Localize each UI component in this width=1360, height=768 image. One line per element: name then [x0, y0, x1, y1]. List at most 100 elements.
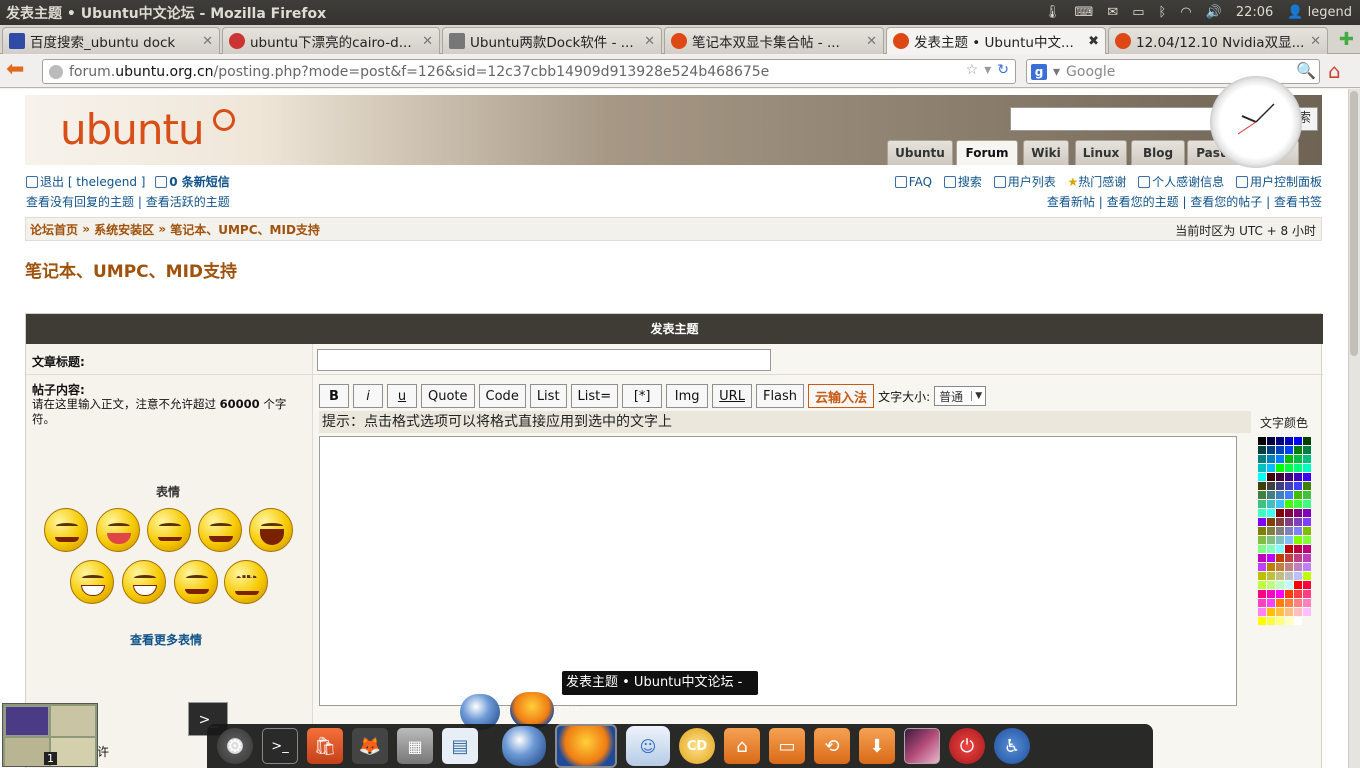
color-swatch[interactable] [1303, 581, 1311, 589]
list-item-button[interactable]: [*] [622, 384, 663, 408]
color-swatch[interactable] [1267, 554, 1275, 562]
color-swatch[interactable] [1303, 437, 1311, 445]
color-swatch[interactable] [1294, 473, 1302, 481]
color-swatch[interactable] [1285, 563, 1293, 571]
empathy-chat-icon[interactable]: ☺ [626, 726, 670, 766]
color-swatch[interactable] [1303, 473, 1311, 481]
tab-nvidia[interactable]: 12.04/12.10 Nvidia双显... ✕ [1108, 27, 1328, 54]
color-swatch[interactable] [1294, 482, 1302, 490]
volume-icon[interactable]: 🔊 [1206, 5, 1222, 20]
color-swatch[interactable] [1303, 563, 1311, 571]
color-swatch[interactable] [1285, 500, 1293, 508]
nav-tab-forum[interactable]: Forum [956, 140, 1018, 165]
color-swatch[interactable] [1294, 617, 1302, 625]
color-swatch[interactable] [1276, 608, 1284, 616]
color-swatch[interactable] [1276, 545, 1284, 553]
message-textarea[interactable] [319, 436, 1237, 706]
tab-post-topic[interactable]: 发表主题 • Ubuntu中文... ✖ [886, 27, 1106, 54]
ucp-link[interactable]: 用户控制面板 [1250, 175, 1322, 189]
color-swatch[interactable] [1267, 482, 1275, 490]
underline-button[interactable]: u [387, 384, 417, 408]
color-swatch[interactable] [1303, 527, 1311, 535]
close-icon[interactable]: ✕ [1310, 34, 1321, 49]
color-swatch[interactable] [1258, 482, 1266, 490]
software-center-icon[interactable]: 🛍 [307, 728, 343, 764]
color-swatch[interactable] [1294, 581, 1302, 589]
color-swatch[interactable] [1267, 545, 1275, 553]
search-link[interactable]: 搜索 [958, 175, 982, 189]
color-swatch[interactable] [1258, 536, 1266, 544]
bold-button[interactable]: B [319, 384, 349, 408]
color-swatch[interactable] [1267, 518, 1275, 526]
color-swatch[interactable] [1285, 518, 1293, 526]
firefox-floating-icon[interactable] [510, 692, 554, 728]
home-icon[interactable]: ⌂ [1328, 59, 1354, 85]
color-swatch[interactable] [1267, 500, 1275, 508]
color-swatch[interactable] [1258, 581, 1266, 589]
color-swatch[interactable] [1285, 482, 1293, 490]
color-swatch[interactable] [1258, 464, 1266, 472]
downloads-folder-icon[interactable]: ⬇ [859, 728, 895, 764]
color-swatch[interactable] [1303, 572, 1311, 580]
personal-thanks-link[interactable]: 个人感谢信息 [1152, 175, 1224, 189]
color-swatch[interactable] [1303, 554, 1311, 562]
sweat-smiley-icon[interactable] [70, 560, 114, 604]
wifi-icon[interactable]: ◠ [1180, 5, 1191, 20]
color-swatch[interactable] [1294, 599, 1302, 607]
bookmark-star-icon[interactable]: ☆ [966, 62, 979, 78]
color-swatch[interactable] [1258, 455, 1266, 463]
italic-button[interactable]: i [353, 384, 383, 408]
quote-button[interactable]: Quote [421, 384, 475, 408]
close-icon[interactable]: ✕ [202, 34, 213, 49]
color-swatch[interactable] [1267, 608, 1275, 616]
subject-input[interactable] [317, 349, 771, 371]
desktop-wallpaper-icon[interactable] [904, 728, 940, 764]
color-swatch[interactable] [1285, 581, 1293, 589]
color-swatch[interactable] [1267, 617, 1275, 625]
color-swatch[interactable] [1258, 527, 1266, 535]
giggle-smiley-icon[interactable] [198, 508, 242, 552]
color-swatch[interactable] [1285, 536, 1293, 544]
back-arrow-icon[interactable]: ⬅ [6, 59, 32, 83]
color-swatch[interactable] [1285, 599, 1293, 607]
more-emoticons-link[interactable]: 查看更多表情 [130, 631, 202, 648]
site-identity-icon[interactable] [49, 64, 63, 79]
google-icon[interactable]: g [1031, 63, 1047, 80]
documents-folder-icon[interactable]: ▭ [769, 728, 805, 764]
url-bar[interactable]: forum.ubuntu.org.cn/posting.php?mode=pos… [42, 59, 1016, 84]
battery-icon[interactable]: ▭ [1132, 5, 1144, 20]
cd-burner-icon[interactable]: CD [679, 728, 715, 764]
color-swatch[interactable] [1258, 617, 1266, 625]
color-swatch[interactable] [1258, 500, 1266, 508]
home-folder-icon[interactable]: ⌂ [724, 728, 760, 764]
firefox-icon[interactable] [555, 724, 617, 768]
color-swatch[interactable] [1276, 473, 1284, 481]
color-swatch[interactable] [1303, 608, 1311, 616]
color-swatch[interactable] [1294, 500, 1302, 508]
color-swatch[interactable] [1267, 464, 1275, 472]
grin-smiley-icon[interactable] [122, 560, 166, 604]
color-swatch[interactable] [1276, 590, 1284, 598]
color-swatch[interactable] [1303, 509, 1311, 517]
smug-smiley-icon[interactable] [174, 560, 218, 604]
color-swatch[interactable] [1285, 464, 1293, 472]
breadcrumb-forum[interactable]: 笔记本、UMPC、MID支持 [170, 221, 320, 238]
clock-time[interactable]: 22:06 [1236, 5, 1273, 20]
unanswered-link[interactable]: 查看没有回复的主题 [26, 195, 134, 209]
color-swatch[interactable] [1276, 599, 1284, 607]
color-swatch[interactable] [1294, 491, 1302, 499]
faq-link[interactable]: FAQ [909, 175, 932, 189]
color-swatch[interactable] [1285, 509, 1293, 517]
color-swatch[interactable] [1267, 509, 1275, 517]
color-swatch[interactable] [1294, 590, 1302, 598]
bookmarks-link[interactable]: 查看书签 [1274, 195, 1322, 209]
ordered-list-button[interactable]: List= [570, 384, 619, 408]
color-swatch[interactable] [1294, 446, 1302, 454]
close-icon[interactable]: ✕ [866, 34, 877, 49]
color-palette[interactable] [1256, 437, 1316, 712]
color-swatch[interactable] [1294, 563, 1302, 571]
nav-tab-blog[interactable]: Blog [1131, 140, 1185, 165]
color-swatch[interactable] [1276, 527, 1284, 535]
close-icon[interactable]: ✕ [422, 34, 433, 49]
cloud-ime-button[interactable]: 云输入法 [808, 384, 875, 408]
